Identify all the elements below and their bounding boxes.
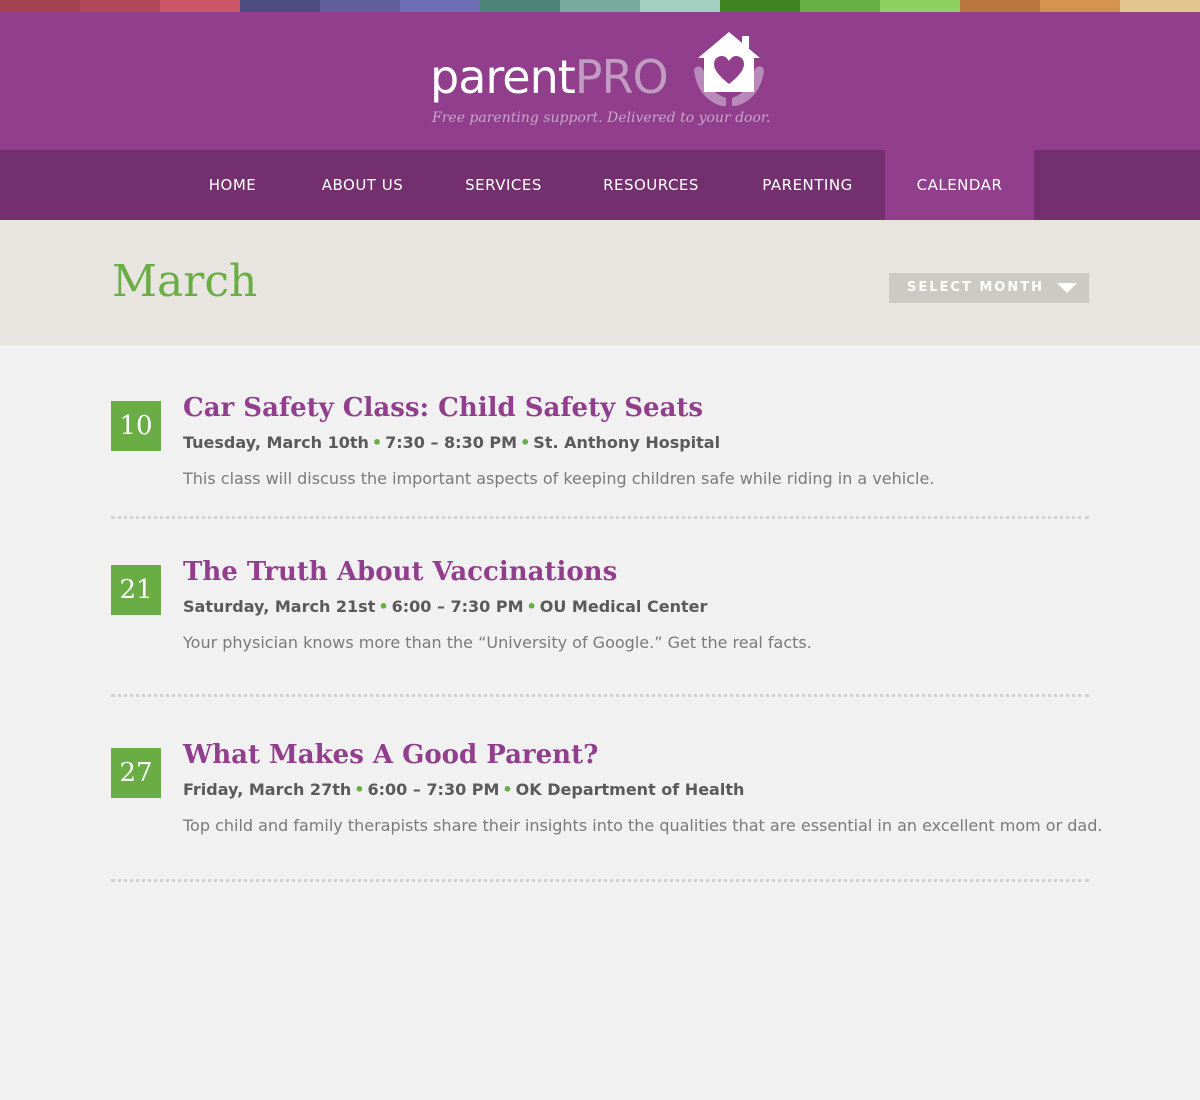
house-heart-hands-icon	[694, 32, 764, 106]
color-strip-segment	[960, 0, 1040, 12]
color-strip-segment	[800, 0, 880, 12]
event-date: Tuesday, March 10th	[183, 433, 369, 452]
event-divider	[111, 694, 1089, 697]
event-title-link[interactable]: Car Safety Class: Child Safety Seats	[183, 393, 703, 423]
color-strip-segment	[320, 0, 400, 12]
color-strip-segment	[400, 0, 480, 12]
meta-separator: •	[354, 780, 365, 799]
logo-wordmark-pro: PRO	[574, 50, 669, 104]
site-logo[interactable]: parentPRO Free parenting support. Delive…	[430, 30, 771, 130]
event-description: Your physician knows more than the “Univ…	[183, 633, 812, 652]
event-title-link[interactable]: The Truth About Vaccinations	[183, 557, 617, 587]
logo-wordmark: parentPRO	[430, 54, 669, 100]
site-header: parentPRO Free parenting support. Delive…	[0, 12, 1200, 150]
event-time: 6:00 – 7:30 PM	[367, 780, 500, 799]
color-strip-segment	[640, 0, 720, 12]
event-description: Top child and family therapists share th…	[183, 816, 1103, 835]
select-month-label: SELECT MONTH	[907, 280, 1044, 295]
nav-item-home[interactable]: HOME	[175, 150, 290, 220]
page-title: March	[112, 256, 258, 307]
event-date: Friday, March 27th	[183, 780, 352, 799]
nav-item-calendar[interactable]: CALENDAR	[885, 150, 1034, 227]
event-location: OK Department of Health	[515, 780, 745, 799]
nav-item-services[interactable]: SERVICES	[435, 150, 572, 220]
meta-separator: •	[526, 597, 537, 616]
event-location: OU Medical Center	[539, 597, 708, 616]
event-time: 7:30 – 8:30 PM	[385, 433, 518, 452]
event-date: Saturday, March 21st	[183, 597, 376, 616]
event-divider	[111, 879, 1089, 882]
meta-separator: •	[520, 433, 531, 452]
event-date-badge: 10	[111, 401, 161, 451]
color-strip-segment	[1120, 0, 1200, 12]
logo-tagline: Free parenting support. Delivered to you…	[432, 110, 771, 126]
event-title-link[interactable]: What Makes A Good Parent?	[183, 740, 598, 770]
color-strip-segment	[0, 0, 80, 12]
color-strip-segment	[560, 0, 640, 12]
chevron-down-icon	[1057, 283, 1077, 293]
main-nav: HOME ABOUT US SERVICES RESOURCES PARENTI…	[0, 150, 1200, 227]
event-date-badge: 27	[111, 748, 161, 798]
event-time: 6:00 – 7:30 PM	[391, 597, 524, 616]
color-strip	[0, 0, 1200, 12]
event-description: This class will discuss the important as…	[183, 469, 935, 488]
select-month-dropdown[interactable]: SELECT MONTH	[889, 273, 1089, 303]
nav-item-about-us[interactable]: ABOUT US	[290, 150, 435, 220]
color-strip-segment	[880, 0, 960, 12]
nav-item-resources[interactable]: RESOURCES	[572, 150, 730, 220]
event-date-badge: 21	[111, 565, 161, 615]
color-strip-segment	[80, 0, 160, 12]
title-band: March SELECT MONTH	[0, 220, 1200, 345]
color-strip-segment	[160, 0, 240, 12]
nav-item-parenting[interactable]: PARENTING	[730, 150, 885, 220]
color-strip-segment	[1040, 0, 1120, 12]
event-divider	[111, 516, 1089, 519]
main-nav-list: HOME ABOUT US SERVICES RESOURCES PARENTI…	[175, 150, 1034, 227]
logo-wordmark-parent: parent	[430, 50, 576, 104]
meta-separator: •	[371, 433, 383, 452]
meta-separator: •	[502, 780, 513, 799]
event-location: St. Anthony Hospital	[533, 433, 721, 452]
event-meta: Tuesday, March 10th • 7:30 – 8:30 PM • St. A…	[183, 433, 720, 452]
meta-separator: •	[378, 597, 389, 616]
event-meta: Saturday, March 21st • 6:00 – 7:30 PM • OU M…	[183, 597, 707, 616]
color-strip-segment	[480, 0, 560, 12]
color-strip-segment	[720, 0, 800, 12]
color-strip-segment	[240, 0, 320, 12]
event-meta: Friday, March 27th • 6:00 – 7:30 PM • OK Dep…	[183, 780, 744, 799]
